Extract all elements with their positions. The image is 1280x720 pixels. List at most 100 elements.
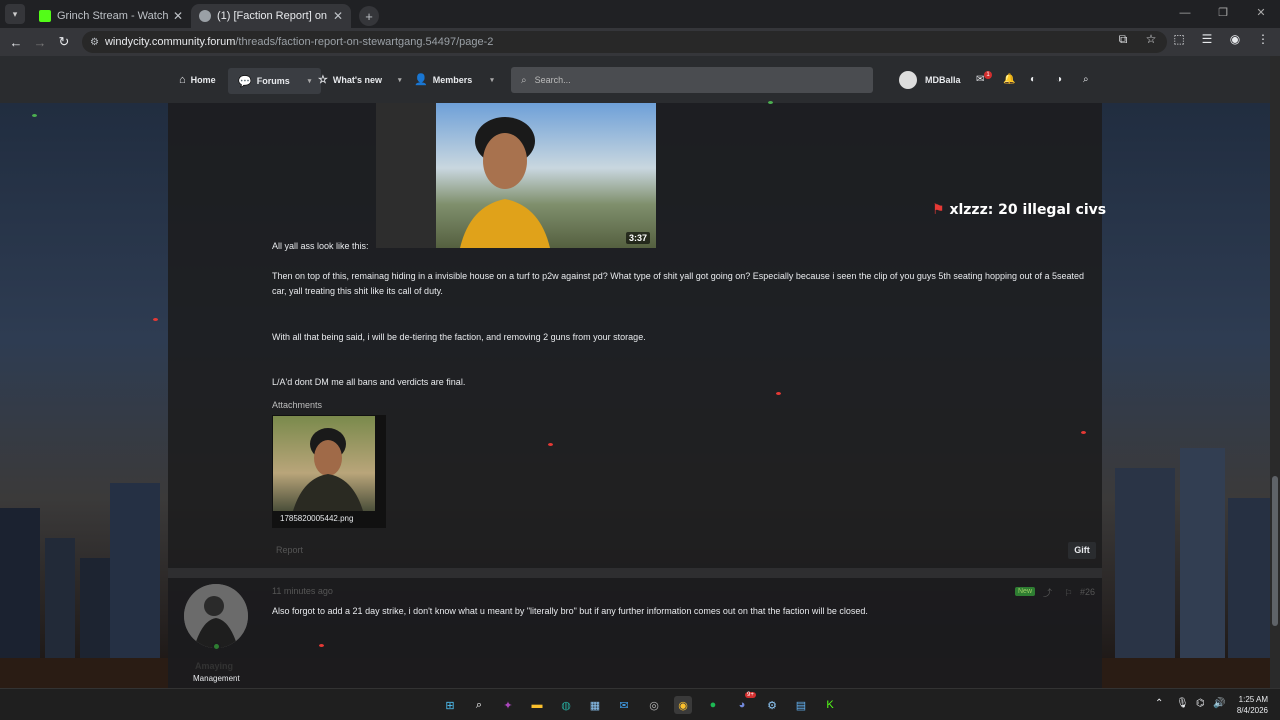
url-field[interactable]: ⚙ windycity.community.forum /threads/fac… [82,31,1167,53]
chevron-down-icon[interactable]: ▾ [490,76,494,84]
reading-list-icon[interactable]: ☰ [1198,32,1216,47]
minimize-button[interactable]: — [1166,0,1204,28]
attachment-filename: 1785820005442.png [280,514,354,523]
profile-icon[interactable]: ◉ [1226,32,1244,47]
window-controls: — ❐ ✕ [1166,0,1280,28]
nav-forums[interactable]: 💬 Forums ▾ [228,68,322,94]
theme-icon[interactable]: ◑ [1056,74,1062,85]
author-avatar[interactable] [184,584,248,648]
tab-title: (1) [Faction Report] on Stewart [217,10,329,22]
search-icon: ⌕ [521,74,527,86]
url-path: /threads/faction-report-on-stewartgang.5… [235,36,494,48]
kick-favicon-icon [39,10,51,22]
scrollbar-thumb[interactable] [1272,476,1278,626]
confetti-dot [548,443,553,446]
confetti-dot [1081,431,1086,434]
post-actions: ⤴ ⚐ [1043,586,1073,599]
copilot-icon[interactable]: ✦ [499,696,517,714]
toggle-icon[interactable]: ◐ [1030,74,1036,85]
chrome-icon[interactable]: ◉ [674,696,692,714]
close-window-button[interactable]: ✕ [1242,0,1280,28]
overlay-caption-text: xlzzz: 20 illegal civs [949,202,1107,218]
close-tab-icon[interactable]: ✕ [333,9,343,23]
extensions-icon[interactable]: ⬚ [1170,32,1188,47]
discord-badge: 9+ [745,692,756,698]
tab-search-button[interactable]: ▾ [5,4,25,24]
notepad-icon[interactable]: ▤ [792,696,810,714]
back-icon[interactable]: ← [4,35,28,50]
volume-icon[interactable]: 🔊 [1213,698,1225,709]
wifi-icon[interactable]: ⌬ [1196,698,1205,709]
menu-icon[interactable]: ⋮ [1254,32,1272,47]
new-tab-button[interactable]: + [359,6,379,26]
restore-button[interactable]: ❐ [1204,0,1242,28]
app-icon[interactable]: ◎ [645,696,663,714]
edge-icon[interactable]: ◍ [557,696,575,714]
bell-icon[interactable]: 🔔 [1003,74,1015,85]
chevron-down-icon[interactable]: ▾ [398,76,402,84]
tab-strip: ▾ Grinch Stream - Watch Live on ✕ (1) [F… [0,0,1280,28]
discord-icon[interactable]: ◕ [733,696,751,714]
online-status-indicator [212,642,221,651]
post-divider [168,568,1102,578]
windows-taskbar: ⊞ ⌕ ✦ ▬ ◍ ▦ ✉ ◎ ◉ ● ◕ 9+ ⚙ ▤ K ⌃ 🎙 ⌬ 🔊 1… [0,688,1280,720]
new-post-badge: New [1015,587,1036,596]
bookmark-star-icon[interactable]: ☆ [1142,32,1160,47]
post-author-role: Management [193,674,240,683]
confetti-dot [768,101,773,104]
post-body-2: Also forgot to add a 21 day strike, i do… [272,606,868,616]
mail-icon[interactable]: ✉ [615,696,633,714]
overlay-caption: ⚑ xlzzz: 20 illegal civs [932,202,1106,218]
spotify-icon[interactable]: ● [704,696,722,714]
post-number[interactable]: #26 [1080,587,1095,597]
page-scrollbar[interactable] [1270,56,1280,688]
browser-tab-forum[interactable]: (1) [Faction Report] on Stewart ✕ [191,4,351,28]
attachments-label: Attachments [272,400,323,410]
post-author-name[interactable]: Amaying [195,661,233,671]
forum-navbar: ⌂ Home 💬 Forums ▾ ☆ What's new ▾ 👤 Membe… [0,56,1270,103]
steam-icon[interactable]: ⚙ [763,696,781,714]
address-bar-row: ← → ↻ ⚙ windycity.community.forum /threa… [0,28,1280,56]
bookmark-icon[interactable]: ⚐ [1065,588,1073,598]
windows-start-icon[interactable]: ⊞ [441,696,459,714]
video-editor-panel [376,103,436,248]
nav-members-label: Members [432,74,473,85]
chevron-down-icon[interactable]: ▾ [308,77,312,85]
confetti-dot [776,392,781,395]
close-tab-icon[interactable]: ✕ [173,9,183,23]
nav-whats-new[interactable]: ☆ What's new ▾ [318,56,402,103]
kick-icon[interactable]: K [821,696,839,714]
system-clock[interactable]: 1:25 AM 8/4/2026 [1230,694,1268,716]
post-paragraph-3: With all that being said, i will be de-t… [272,332,646,342]
search-icon[interactable]: ⌕ [470,696,488,714]
nav-members[interactable]: 👤 Members ▾ [414,56,494,103]
install-app-icon[interactable]: ⧉ [1114,32,1132,47]
search-input[interactable]: ⌕ Search... [511,67,873,93]
search-icon[interactable]: ⌕ [1083,74,1089,85]
home-icon: ⌂ [179,73,186,86]
forward-icon[interactable]: → [28,35,52,50]
tray-chevron-icon[interactable]: ⌃ [1155,698,1163,709]
post-timestamp[interactable]: 11 minutes ago [272,586,333,596]
attachment-thumbnail[interactable]: 1785820005442.png [272,415,386,528]
video-thumbnail-character [460,117,550,248]
embedded-video[interactable]: 3:37 [376,103,656,248]
search-placeholder: Search... [534,75,571,85]
report-link[interactable]: Report [276,545,303,555]
confetti-dot [153,318,158,321]
user-menu[interactable]: MDBalla [899,71,961,89]
file-explorer-icon[interactable]: ▬ [528,696,546,714]
site-info-icon[interactable]: ⚙ [90,37,99,48]
confetti-dot [319,644,324,647]
post-line-1: All yall ass look like this: [272,241,369,251]
browser-tab-kick[interactable]: Grinch Stream - Watch Live on ✕ [31,4,191,28]
gift-button[interactable]: Gift [1068,542,1096,559]
store-icon[interactable]: ▦ [586,696,604,714]
reload-icon[interactable]: ↻ [52,34,76,50]
nav-home[interactable]: ⌂ Home [179,56,216,103]
username: MDBalla [925,75,961,85]
share-icon[interactable]: ⤴ [1043,588,1052,598]
confetti-dot [32,114,37,117]
nav-forums-label: Forums [256,76,290,86]
microphone-icon[interactable]: 🎙 [1176,698,1189,709]
